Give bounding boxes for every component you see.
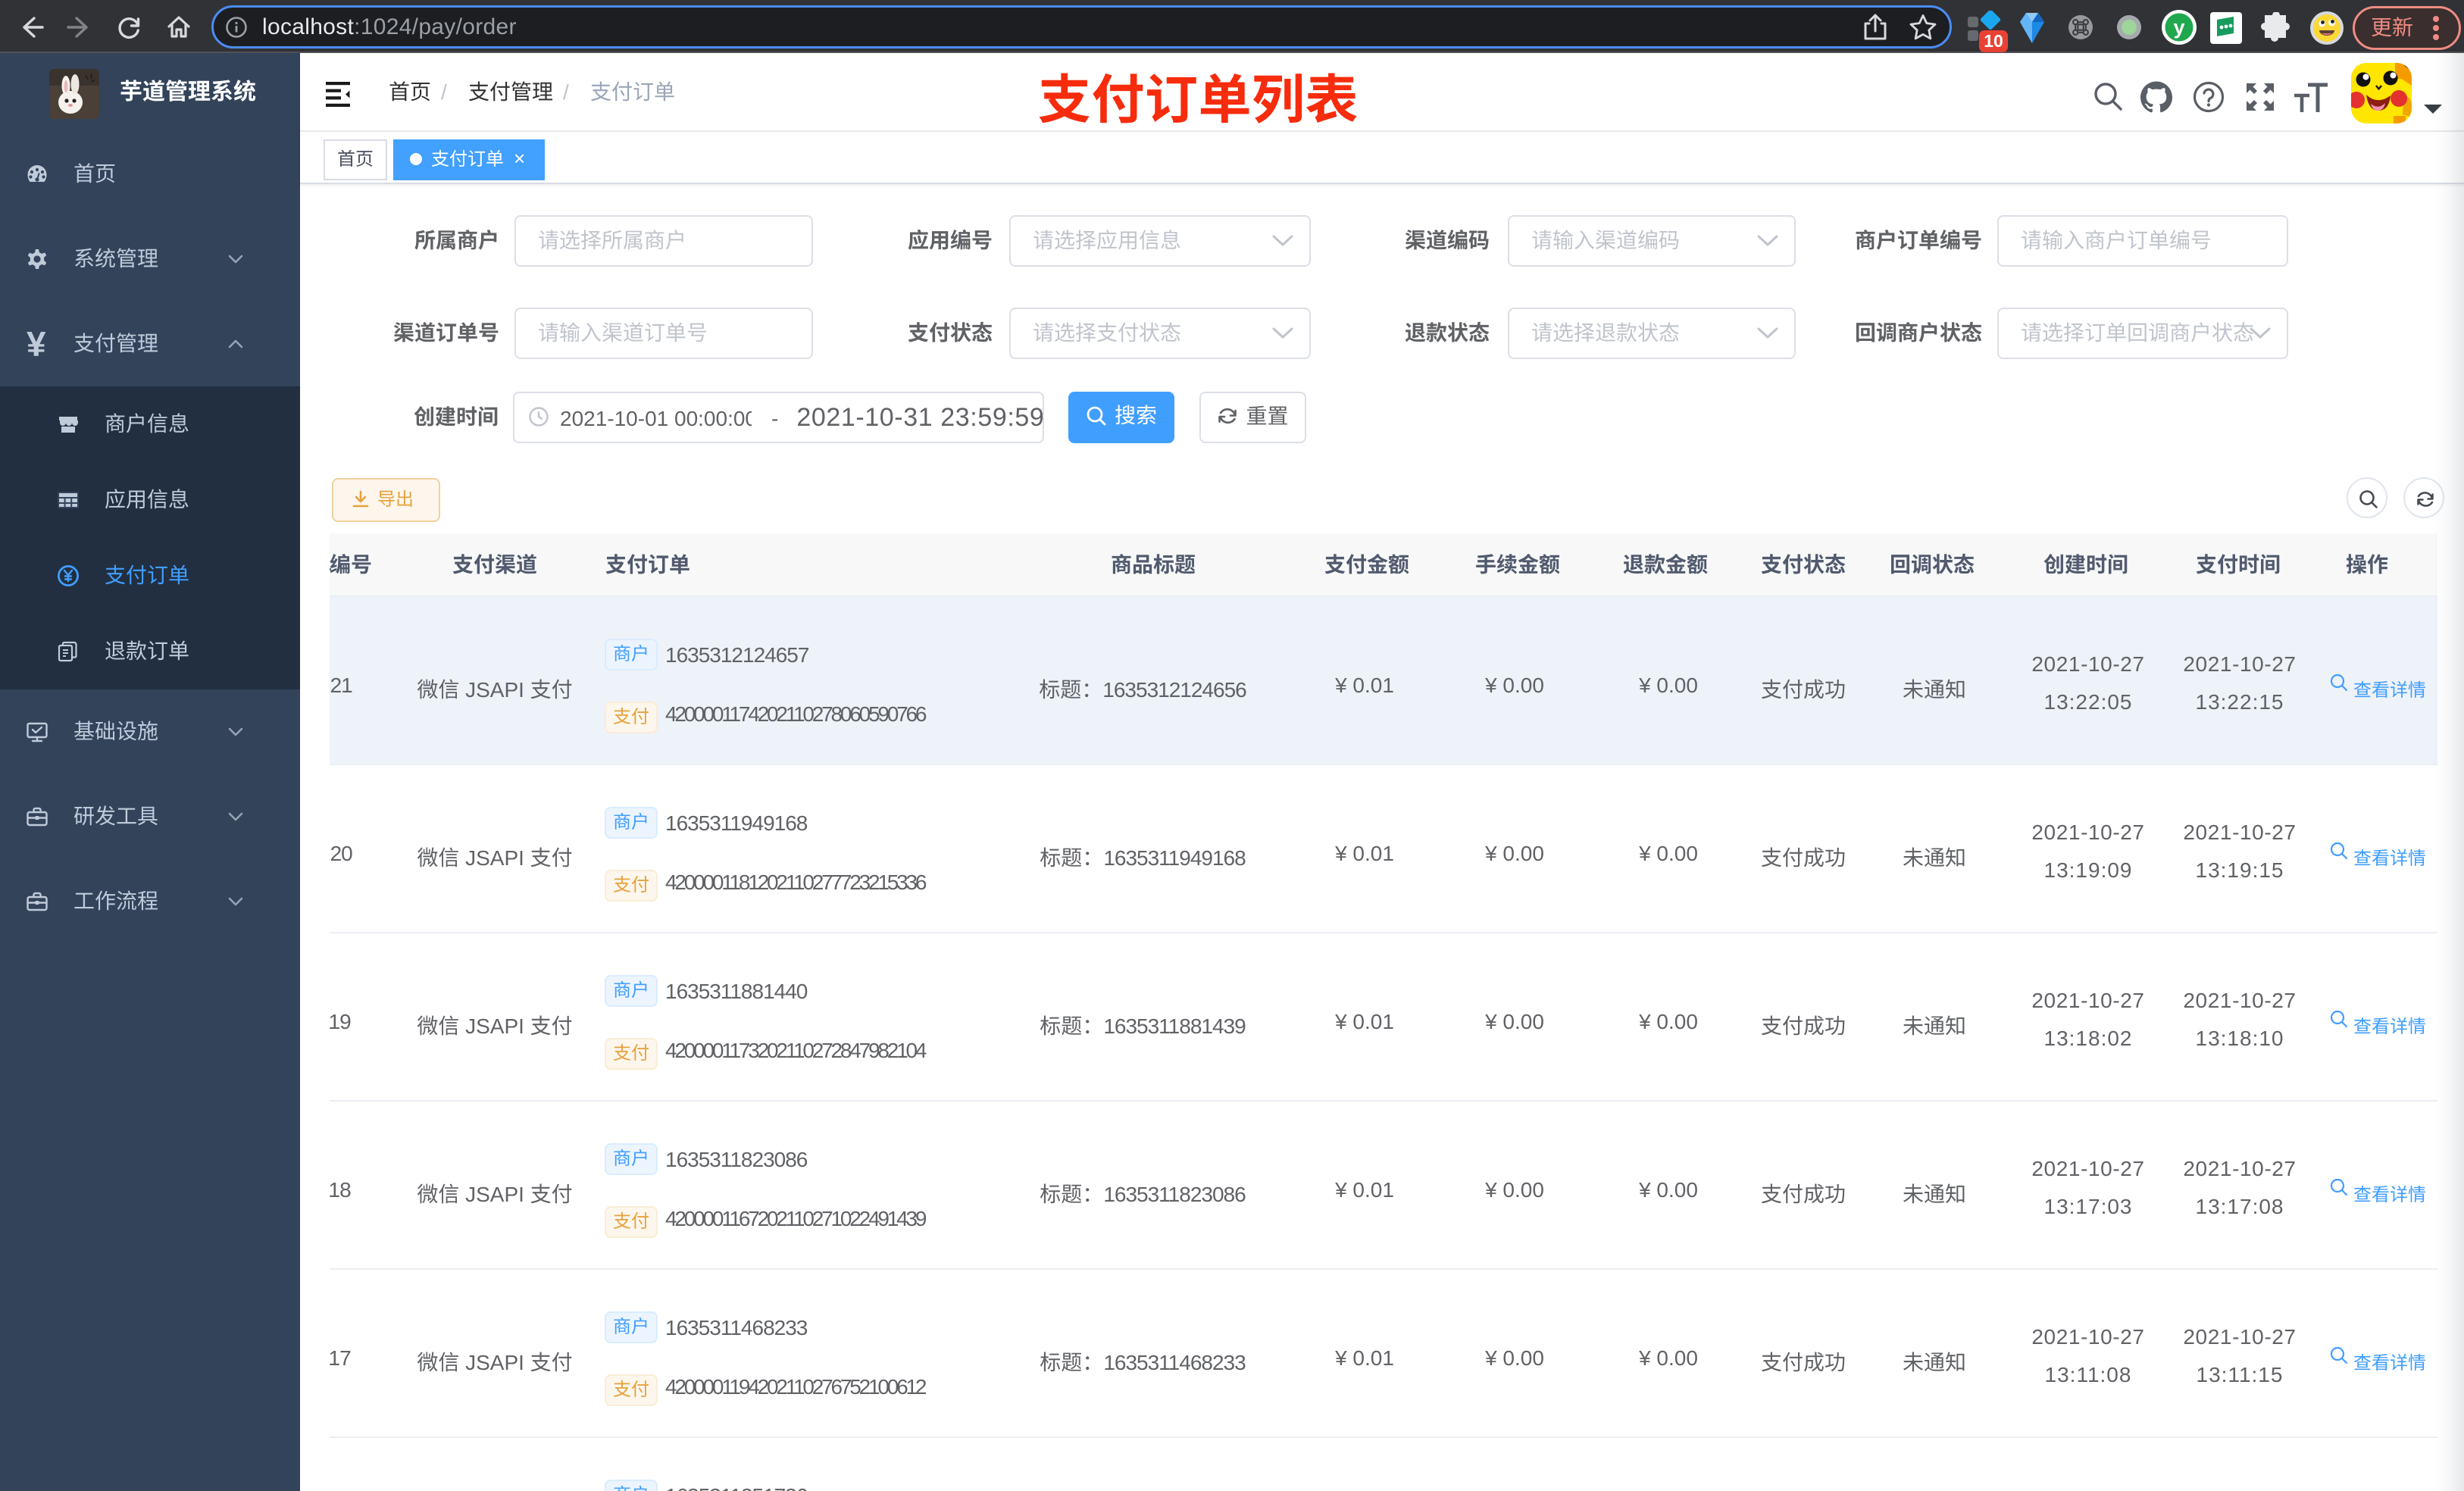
svg-text:y: y xyxy=(2173,16,2184,39)
